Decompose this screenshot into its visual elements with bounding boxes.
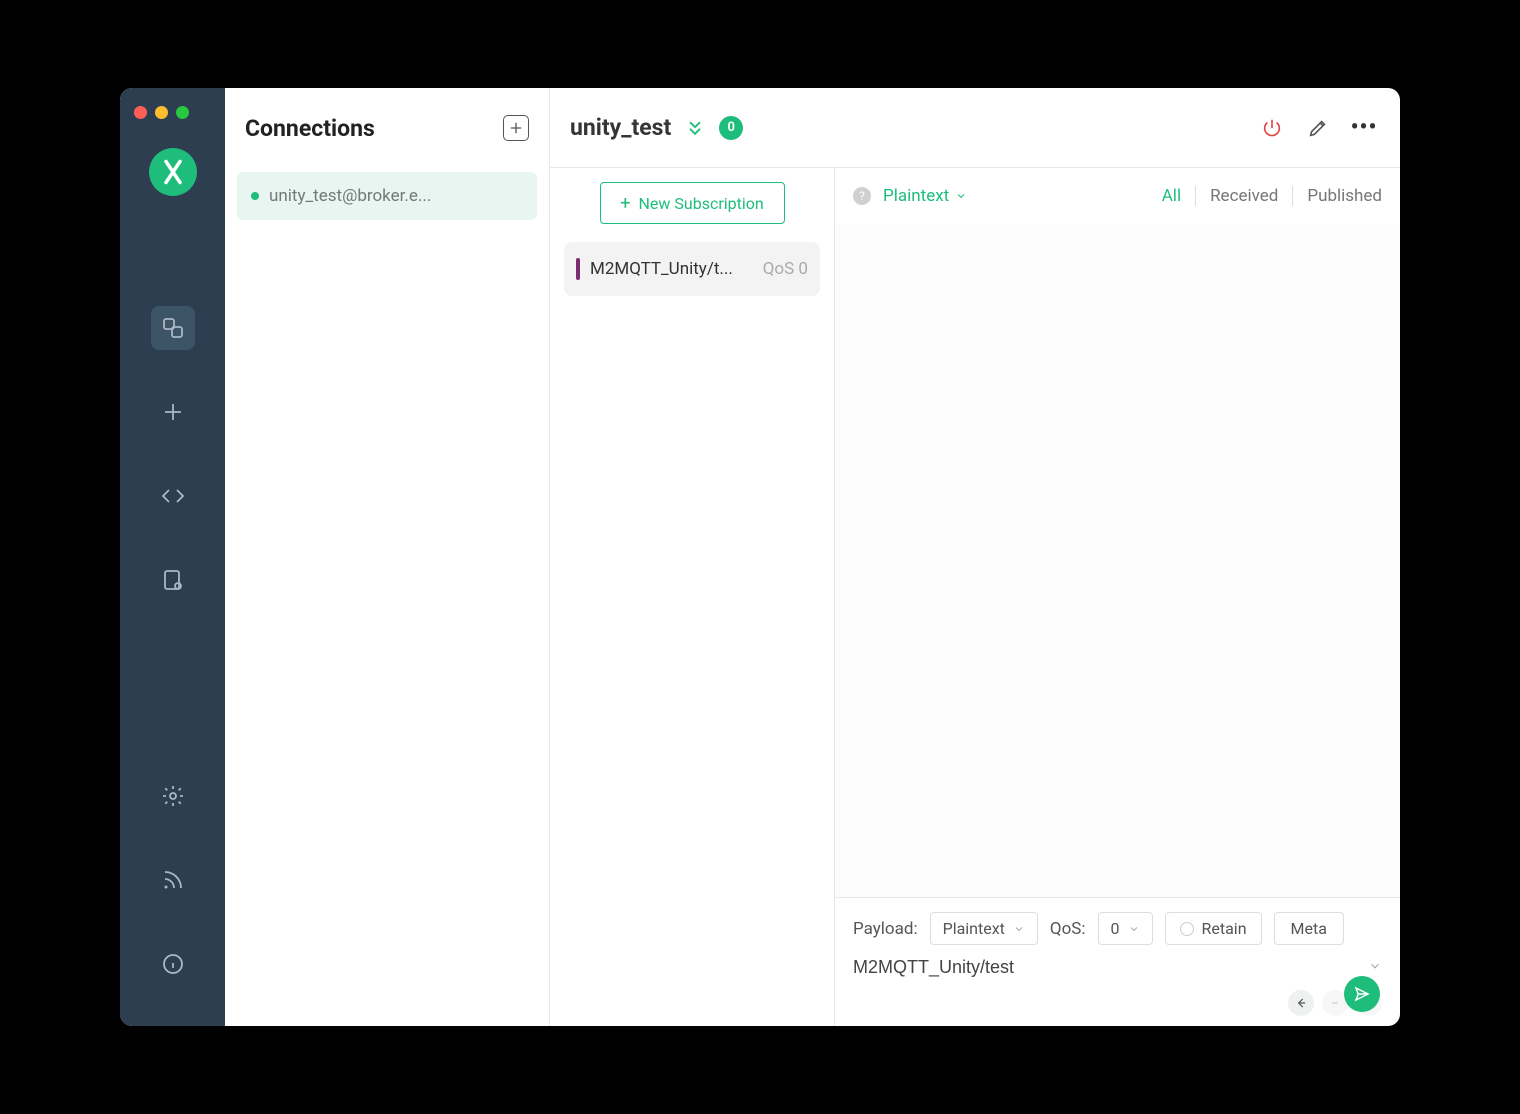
connections-icon <box>161 316 185 340</box>
status-dot-icon <box>251 192 259 200</box>
topic-row <box>853 957 1382 978</box>
nav-about[interactable] <box>151 942 195 986</box>
retain-label: Retain <box>1202 919 1247 938</box>
info-icon <box>161 952 185 976</box>
meta-label: Meta <box>1291 919 1327 938</box>
pencil-icon <box>1307 117 1329 139</box>
qos-value: 0 <box>1111 919 1120 938</box>
main-body: + New Subscription M2MQTT_Unity/t... QoS… <box>550 168 1400 1026</box>
format-select[interactable]: Plaintext <box>883 186 967 206</box>
new-subscription-button[interactable]: + New Subscription <box>600 182 785 224</box>
chevron-down-icon <box>1013 923 1025 935</box>
main-header: unity_test 0 ••• <box>550 88 1400 168</box>
subscription-qos: QoS 0 <box>763 259 808 279</box>
gear-icon <box>161 784 185 808</box>
messages-column: ? Plaintext All Received Published <box>835 168 1400 1026</box>
app-window: Connections unity_test@broker.e... unity… <box>120 88 1400 1026</box>
send-button[interactable] <box>1344 976 1380 1012</box>
connections-title: Connections <box>245 115 375 142</box>
edit-button[interactable] <box>1302 112 1334 144</box>
disconnect-button[interactable] <box>1256 112 1288 144</box>
plus-icon: + <box>620 193 630 214</box>
nav-log[interactable] <box>151 558 195 602</box>
messages-area <box>835 224 1400 897</box>
main-area: unity_test 0 ••• + New Subscription <box>550 88 1400 1026</box>
format-label: Plaintext <box>883 186 949 206</box>
more-button[interactable]: ••• <box>1348 112 1380 144</box>
close-window-button[interactable] <box>134 106 147 119</box>
nav-settings[interactable] <box>151 774 195 818</box>
logo-icon <box>159 158 187 186</box>
filter-published[interactable]: Published <box>1293 186 1382 206</box>
nav-new[interactable] <box>151 390 195 434</box>
radio-icon <box>1180 922 1194 936</box>
connections-header: Connections <box>225 88 549 168</box>
filter-received[interactable]: Received <box>1196 186 1293 206</box>
send-icon <box>1353 985 1371 1003</box>
filter-tabs: All Received Published <box>1148 186 1382 206</box>
messages-toolbar: ? Plaintext All Received Published <box>835 168 1400 224</box>
double-chevron-down-icon <box>685 118 705 138</box>
payload-format-value: Plaintext <box>943 919 1005 938</box>
chevron-down-icon[interactable] <box>1368 957 1382 978</box>
retain-toggle[interactable]: Retain <box>1165 912 1262 945</box>
maximize-window-button[interactable] <box>176 106 189 119</box>
subscriptions-column: + New Subscription M2MQTT_Unity/t... QoS… <box>550 168 835 1026</box>
log-icon <box>161 568 185 592</box>
connections-panel: Connections unity_test@broker.e... <box>225 88 550 1026</box>
plus-icon <box>508 120 524 136</box>
rss-icon <box>161 868 185 892</box>
publish-options-row: Payload: Plaintext QoS: 0 Retain <box>853 912 1382 945</box>
qos-label: QoS: <box>1050 919 1086 939</box>
window-controls <box>134 106 189 119</box>
subscription-color-bar <box>576 258 580 280</box>
plus-icon <box>161 400 185 424</box>
subscription-topic: M2MQTT_Unity/t... <box>590 259 753 279</box>
add-connection-button[interactable] <box>503 115 529 141</box>
connection-title: unity_test <box>570 114 671 141</box>
app-logo <box>149 148 197 196</box>
arrow-left-icon <box>1294 996 1308 1010</box>
payload-format-select[interactable]: Plaintext <box>930 912 1038 945</box>
chevron-down-icon <box>955 190 967 202</box>
chevron-down-icon <box>1128 923 1140 935</box>
new-subscription-label: New Subscription <box>639 194 764 213</box>
publish-panel: Payload: Plaintext QoS: 0 Retain <box>835 897 1400 1026</box>
nav-connections[interactable] <box>151 306 195 350</box>
left-sidebar <box>120 88 225 1026</box>
history-nav <box>853 990 1382 1016</box>
qos-select[interactable]: 0 <box>1098 912 1153 945</box>
payload-label: Payload: <box>853 919 918 939</box>
ellipsis-icon: ••• <box>1351 115 1378 140</box>
code-icon <box>161 484 185 508</box>
help-icon[interactable]: ? <box>853 187 871 205</box>
minimize-window-button[interactable] <box>155 106 168 119</box>
expand-button[interactable] <box>685 118 705 138</box>
nav-scripts[interactable] <box>151 474 195 518</box>
message-count-badge: 0 <box>719 116 743 140</box>
topic-input[interactable] <box>853 957 1368 978</box>
subscription-item[interactable]: M2MQTT_Unity/t... QoS 0 <box>564 242 820 296</box>
power-icon <box>1261 117 1283 139</box>
connection-name: unity_test@broker.e... <box>269 186 431 206</box>
meta-button[interactable]: Meta <box>1274 912 1344 945</box>
dash-icon <box>1328 996 1342 1010</box>
filter-all[interactable]: All <box>1148 186 1196 206</box>
connection-item[interactable]: unity_test@broker.e... <box>237 172 537 220</box>
nav-feed[interactable] <box>151 858 195 902</box>
history-prev-button[interactable] <box>1288 990 1314 1016</box>
